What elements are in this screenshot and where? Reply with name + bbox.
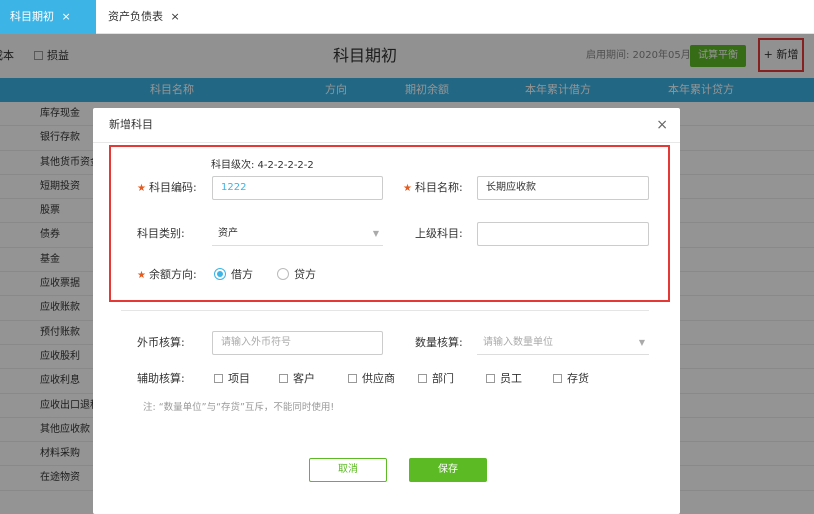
dialog-divider <box>93 142 680 143</box>
checkbox-icon <box>418 374 427 383</box>
required-star-icon: ★ <box>137 270 146 281</box>
credit-radio-label: 贷方 <box>294 268 316 281</box>
tab-account-opening[interactable]: 科目期初 × <box>0 0 96 34</box>
tab-balance-sheet[interactable]: 资产负债表 × <box>98 0 190 34</box>
radio-unchecked-icon <box>277 268 289 280</box>
chevron-down-icon: ▼ <box>372 229 379 238</box>
close-icon[interactable]: × <box>656 108 668 142</box>
aux-option-label: 项目 <box>228 372 250 385</box>
aux-checkbox-employee[interactable]: 员工 <box>486 371 522 387</box>
balance-direction-label: ★ 余额方向: <box>137 263 197 288</box>
balance-direction-label-text: 余额方向: <box>148 268 197 281</box>
account-category-select[interactable]: 资产 ▼ <box>212 222 383 246</box>
account-name-input[interactable]: 长期应收款 <box>477 176 649 200</box>
debit-radio-label: 借方 <box>231 268 253 281</box>
auxiliary-accounting-label: 辅助核算: <box>137 372 185 385</box>
checkbox-icon <box>486 374 495 383</box>
currency-input[interactable]: 请输入外币符号 <box>212 331 383 355</box>
checkbox-icon <box>348 374 357 383</box>
account-code-input[interactable]: 1222 <box>212 176 383 200</box>
aux-checkbox-supplier[interactable]: 供应商 <box>348 371 395 387</box>
required-star-icon: ★ <box>137 183 146 194</box>
dialog-title: 新增科目 <box>109 118 153 131</box>
quantity-accounting-label: 数量核算: <box>415 336 463 349</box>
required-star-icon: ★ <box>403 183 412 194</box>
aux-option-label: 存货 <box>567 372 589 385</box>
aux-checkbox-project[interactable]: 项目 <box>214 371 250 387</box>
close-icon[interactable]: × <box>62 10 71 23</box>
aux-checkbox-department[interactable]: 部门 <box>418 371 454 387</box>
close-icon[interactable]: × <box>171 10 180 23</box>
account-name-label: ★ 科目名称: <box>403 176 463 201</box>
account-category-value: 资产 <box>218 228 238 239</box>
chevron-down-icon: ▼ <box>638 338 645 347</box>
radio-checked-icon <box>214 268 226 280</box>
aux-checkbox-customer[interactable]: 客户 <box>279 371 315 387</box>
cancel-button[interactable]: 取消 <box>309 458 387 482</box>
section-divider <box>121 310 649 311</box>
parent-account-label: 上级科目: <box>415 227 463 240</box>
mutual-exclusion-note: 注: “数量单位”与“存货”互斥，不能同时使用! <box>143 402 335 413</box>
aux-option-label: 供应商 <box>362 372 395 385</box>
checkbox-icon <box>279 374 288 383</box>
quantity-unit-placeholder: 请输入数量单位 <box>483 337 553 348</box>
tab-label: 资产负债表 <box>108 10 163 23</box>
save-button[interactable]: 保存 <box>409 458 487 482</box>
quantity-unit-select[interactable]: 请输入数量单位 ▼ <box>477 331 649 355</box>
aux-checkbox-inventory[interactable]: 存货 <box>553 371 589 387</box>
debit-radio[interactable]: 借方 <box>214 267 253 283</box>
credit-radio[interactable]: 贷方 <box>277 267 316 283</box>
currency-accounting-label: 外币核算: <box>137 336 185 349</box>
add-account-dialog: 新增科目 × 科目级次: 4-2-2-2-2-2 ★ 科目编码: 1222 ★ 科目… <box>93 108 680 514</box>
account-code-label-text: 科目编码: <box>148 181 197 194</box>
tab-bar: 科目期初 × 资产负债表 × <box>0 0 814 34</box>
aux-option-label: 员工 <box>500 372 522 385</box>
account-name-label-text: 科目名称: <box>414 181 463 194</box>
checkbox-icon <box>214 374 223 383</box>
account-code-label: ★ 科目编码: <box>137 176 197 201</box>
aux-option-label: 客户 <box>293 372 315 385</box>
parent-account-input[interactable] <box>477 222 649 246</box>
checkbox-icon <box>553 374 562 383</box>
tab-label: 科目期初 <box>10 10 54 23</box>
aux-option-label: 部门 <box>432 372 454 385</box>
account-level-hint: 科目级次: 4-2-2-2-2-2 <box>211 160 314 171</box>
account-category-label: 科目类别: <box>137 227 185 240</box>
